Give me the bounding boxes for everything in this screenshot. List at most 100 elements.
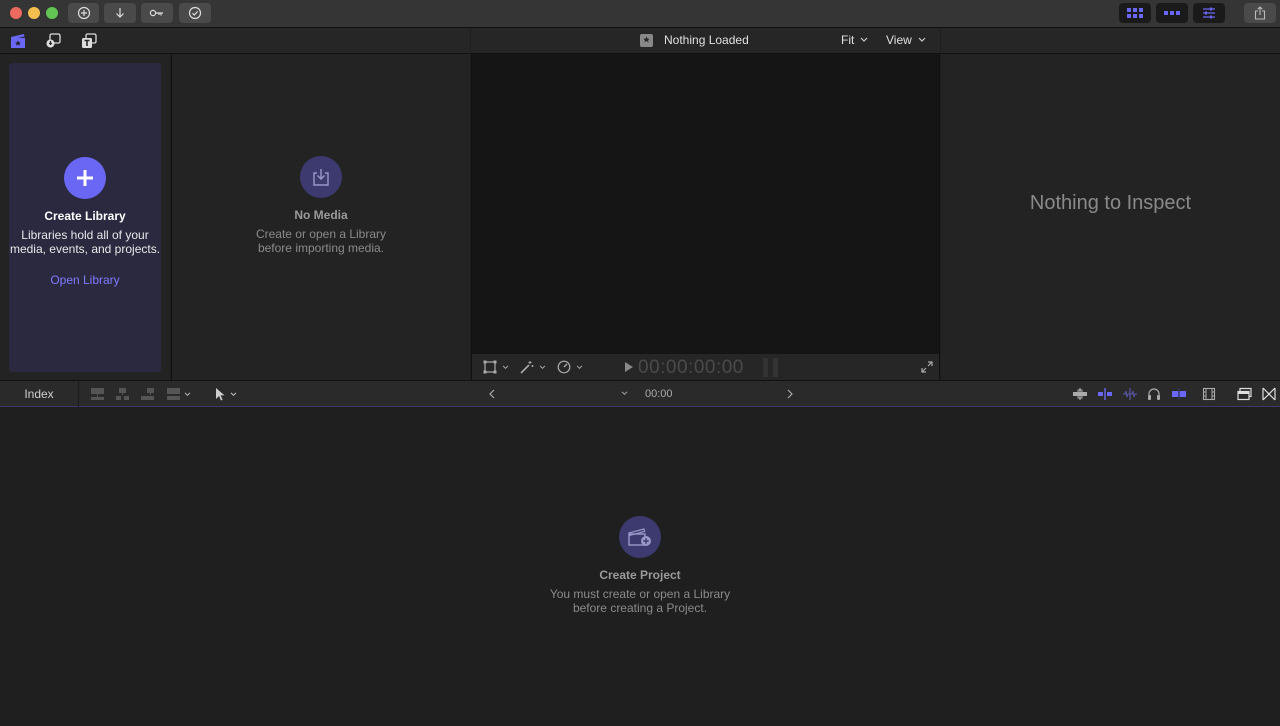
chevron-left-icon — [489, 389, 495, 399]
background-tasks-button[interactable] — [179, 3, 211, 23]
zoom-window-button[interactable] — [46, 7, 58, 19]
chevron-down-icon — [918, 37, 926, 43]
browser-toggle-icon — [1127, 8, 1143, 18]
create-project-description: You must create or open a Library before… — [549, 587, 731, 615]
browser-toggle-button[interactable] — [1119, 3, 1151, 23]
import-icon — [77, 6, 91, 20]
no-media-description: Create or open a Library before importin… — [255, 227, 387, 255]
chevron-right-icon — [787, 389, 793, 399]
viewer-toolbar: Nothing Loaded Fit View — [471, 28, 940, 54]
transform-menu[interactable] — [483, 360, 509, 374]
chevron-down-icon — [621, 391, 628, 396]
create-project-button[interactable] — [619, 516, 661, 558]
titles-generators-tab[interactable] — [81, 33, 97, 49]
viewer-timecode: 00:00:00:00 — [638, 357, 744, 378]
chevron-down-icon — [184, 391, 191, 397]
create-project-title: Create Project — [599, 568, 681, 582]
retime-menu[interactable] — [557, 360, 583, 374]
audio-meter-right — [773, 358, 778, 377]
share-button[interactable] — [1244, 3, 1276, 23]
play-button[interactable] — [625, 362, 633, 372]
append-clip-icon — [140, 387, 155, 401]
chevron-down-icon — [576, 364, 583, 370]
inspector-toolbar — [941, 28, 1280, 54]
previous-project-button[interactable] — [489, 389, 495, 399]
effects-browser-toggle[interactable] — [1262, 387, 1276, 401]
import-button[interactable] — [68, 3, 99, 23]
chevron-down-icon — [539, 364, 546, 370]
key-icon — [149, 6, 165, 20]
nothing-to-inspect-label: Nothing to Inspect — [1029, 192, 1192, 214]
close-window-button[interactable] — [10, 7, 22, 19]
headphones-icon — [1147, 387, 1161, 401]
magic-wand-icon — [519, 360, 534, 374]
timeline-index-toggle[interactable] — [1237, 387, 1252, 401]
fit-label: Fit — [841, 33, 855, 47]
keywords-button[interactable] — [141, 3, 173, 23]
filmstrip-icon — [1202, 387, 1216, 401]
clapper-icon — [640, 34, 653, 47]
timeline-toolbar: Index 00:00 — [0, 380, 1280, 407]
next-project-button[interactable] — [787, 389, 793, 399]
create-library-button[interactable] — [64, 157, 106, 199]
photos-audio-tab[interactable] — [45, 33, 61, 49]
plus-icon — [75, 168, 95, 188]
import-media-icon — [311, 167, 331, 187]
import-media-badge — [300, 156, 342, 198]
timeline-toggle-icon — [1164, 9, 1180, 17]
libraries-icon — [10, 33, 26, 49]
view-label: View — [886, 33, 912, 47]
fit-dropdown[interactable]: Fit — [841, 33, 868, 47]
audio-skimming-toggle[interactable] — [1122, 387, 1138, 401]
clapper-plus-icon — [627, 526, 653, 548]
fullscreen-button[interactable] — [921, 361, 933, 373]
chevron-down-icon — [502, 364, 509, 370]
tool-select-menu[interactable] — [215, 387, 237, 401]
download-button[interactable] — [104, 3, 136, 23]
create-library-card: Create Library Libraries hold all of you… — [9, 63, 161, 372]
skimming-toggle[interactable] — [1171, 387, 1187, 401]
clip-appearance-button[interactable] — [1202, 387, 1216, 401]
download-icon — [113, 6, 127, 20]
effects-icon — [1262, 387, 1276, 401]
create-library-description: Libraries hold all of your media, events… — [9, 228, 161, 256]
libraries-tab[interactable] — [10, 33, 26, 49]
timeline-toggle-button[interactable] — [1156, 3, 1188, 23]
media-browser: No Media Create or open a Library before… — [171, 54, 470, 380]
solo-toggle[interactable] — [1147, 387, 1161, 401]
view-dropdown[interactable]: View — [886, 33, 926, 47]
overwrite-clip-icon — [166, 387, 181, 401]
waveform-icon — [1122, 387, 1138, 401]
arrow-pointer-icon — [215, 387, 225, 401]
no-media-title: No Media — [294, 208, 348, 222]
trim-start-button[interactable] — [1072, 387, 1088, 401]
expand-icon — [921, 361, 933, 373]
connect-clip-icon — [90, 387, 105, 401]
open-library-link[interactable]: Open Library — [50, 273, 119, 287]
photos-audio-icon — [45, 33, 61, 49]
overlay-window-icon — [1237, 387, 1252, 401]
inspector-toggle-button[interactable] — [1193, 3, 1225, 23]
skimming-icon — [1171, 387, 1187, 401]
minimize-window-button[interactable] — [28, 7, 40, 19]
play-icon — [625, 362, 633, 372]
index-button[interactable]: Index — [0, 381, 79, 407]
crop-icon — [483, 360, 497, 374]
chevron-down-icon — [230, 391, 237, 397]
connect-clip-button[interactable] — [90, 387, 105, 401]
enhance-menu[interactable] — [519, 360, 546, 374]
create-library-title: Create Library — [44, 209, 126, 223]
audio-meter-left — [763, 358, 768, 377]
title-bar — [0, 0, 1280, 28]
project-menu[interactable] — [621, 391, 628, 396]
chevron-down-icon — [860, 37, 868, 43]
inspector-panel: Nothing to Inspect — [941, 54, 1280, 380]
insert-clip-button[interactable] — [115, 387, 130, 401]
snapping-icon — [1097, 387, 1113, 401]
checkmark-icon — [188, 6, 202, 20]
snapping-toggle[interactable] — [1097, 387, 1113, 401]
timeline-timecode: 00:00 — [645, 388, 673, 400]
overwrite-clip-menu[interactable] — [166, 387, 191, 401]
trim-icon — [1072, 387, 1088, 401]
append-clip-button[interactable] — [140, 387, 155, 401]
